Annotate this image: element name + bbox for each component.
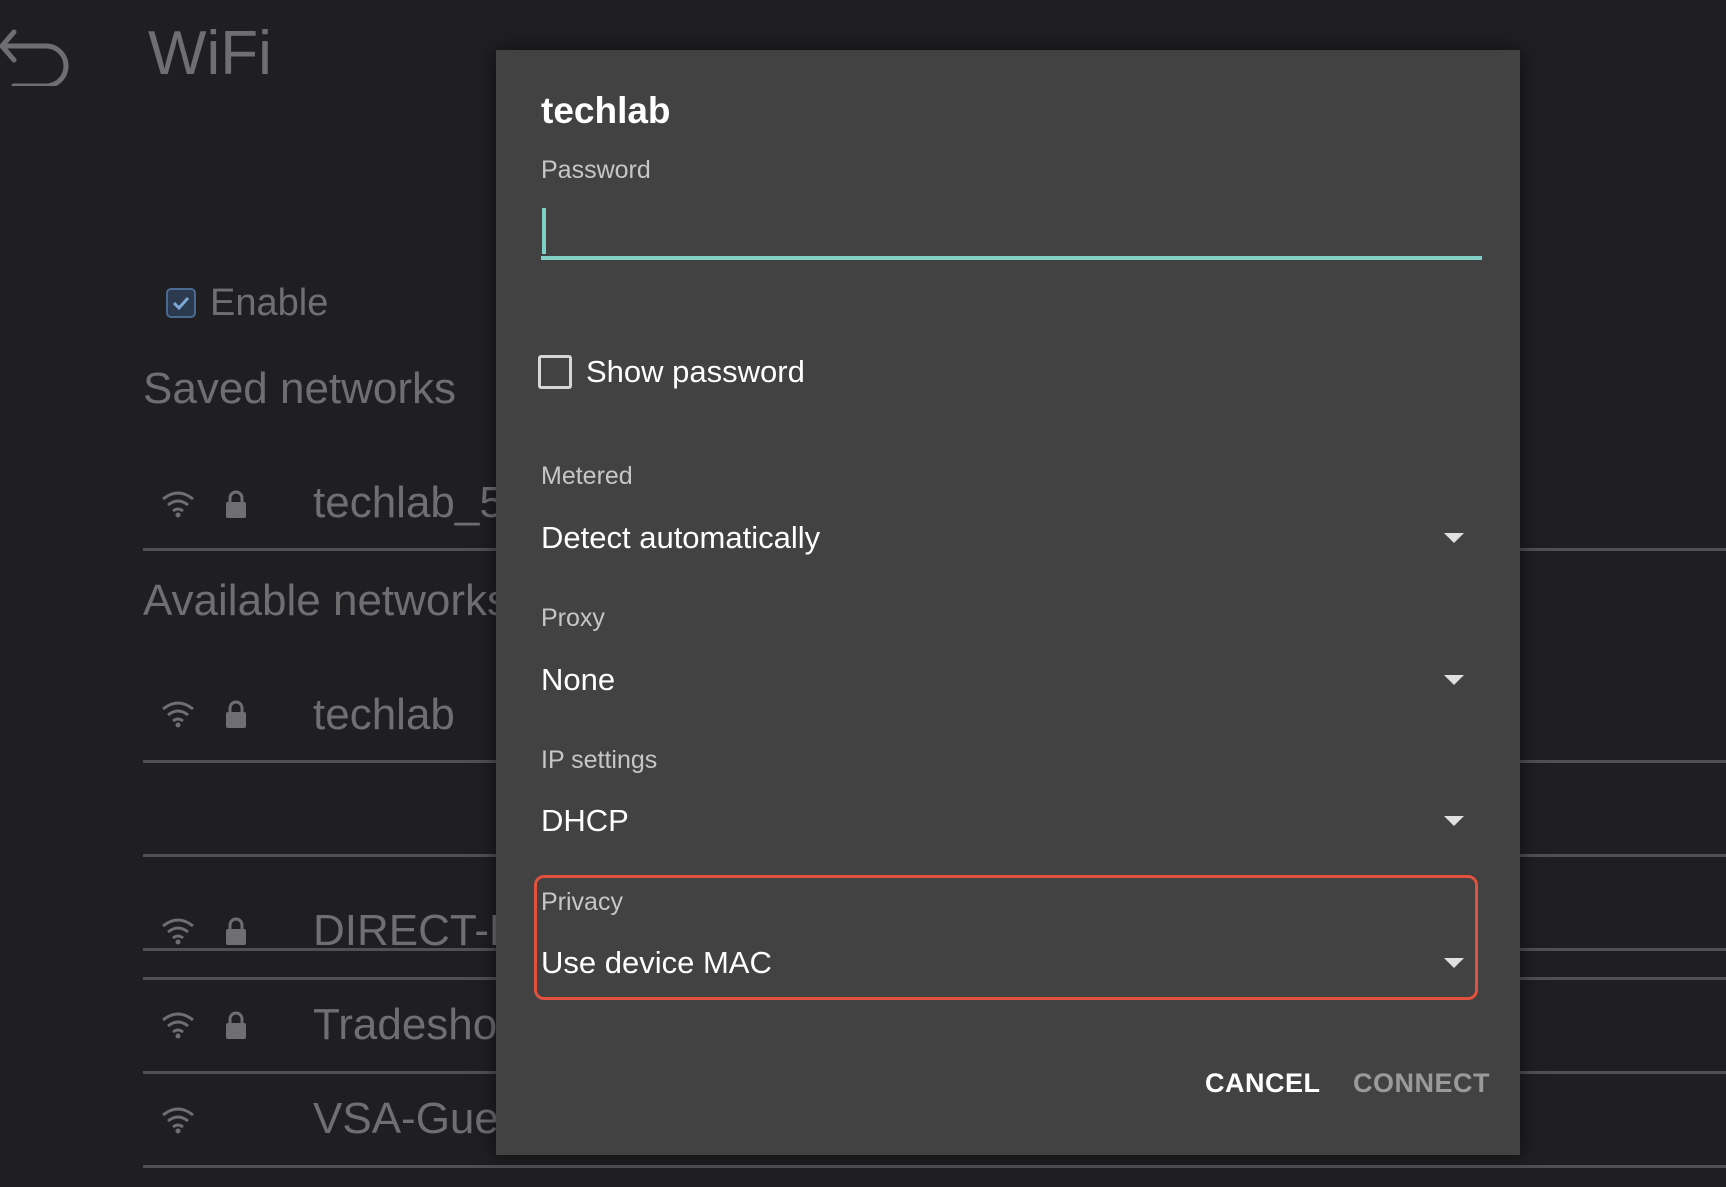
wifi-signal-icon: [162, 491, 194, 518]
ip-settings-label: IP settings: [541, 746, 658, 774]
lock-icon: [226, 490, 246, 518]
network-name: techlab_5: [313, 478, 504, 527]
network-name: VSA-Gues: [313, 1094, 521, 1143]
show-password-label: Show password: [586, 354, 805, 389]
proxy-value: None: [541, 662, 616, 697]
password-input[interactable]: [541, 200, 1482, 260]
dropdown-arrow-icon: [1444, 675, 1464, 685]
lock-icon: [226, 700, 246, 728]
available-networks-heading: Available networks: [143, 576, 510, 625]
wifi-signal-icon: [162, 918, 194, 945]
page-title: WiFi: [148, 19, 272, 88]
cancel-button[interactable]: CANCEL: [1205, 1068, 1321, 1099]
wifi-signal-icon: [162, 1012, 194, 1039]
dialog-title: techlab: [541, 90, 671, 131]
dropdown-arrow-icon: [1444, 533, 1464, 543]
enable-label: Enable: [210, 281, 329, 324]
metered-label: Metered: [541, 462, 633, 490]
check-icon: [172, 296, 190, 311]
saved-networks-heading: Saved networks: [143, 364, 457, 413]
proxy-select[interactable]: None: [541, 655, 1466, 705]
metered-value: Detect automatically: [541, 520, 821, 555]
dropdown-arrow-icon: [1444, 958, 1464, 968]
network-name: techlab: [313, 690, 455, 739]
wifi-signal-icon: [162, 1107, 194, 1134]
lock-icon: [226, 1011, 246, 1039]
connect-button[interactable]: CONNECT: [1353, 1068, 1490, 1099]
ip-settings-value: DHCP: [541, 803, 629, 838]
privacy-value: Use device MAC: [541, 945, 772, 980]
enable-toggle[interactable]: Enable: [166, 282, 328, 324]
dropdown-arrow-icon: [1444, 816, 1464, 826]
back-arrow-icon[interactable]: [0, 22, 74, 86]
wifi-signal-icon: [162, 701, 194, 728]
text-cursor: [542, 208, 546, 254]
privacy-select[interactable]: Use device MAC: [541, 938, 1466, 988]
proxy-label: Proxy: [541, 604, 605, 632]
metered-select[interactable]: Detect automatically: [541, 513, 1466, 563]
ip-settings-select[interactable]: DHCP: [541, 796, 1466, 846]
privacy-label: Privacy: [541, 888, 623, 916]
wifi-connect-dialog: techlab Password Show password Metered D…: [496, 50, 1520, 1155]
enable-checkbox[interactable]: [166, 288, 196, 318]
show-password-checkbox[interactable]: [538, 355, 572, 389]
show-password-toggle[interactable]: Show password: [538, 354, 805, 390]
password-label: Password: [541, 156, 651, 184]
lock-icon: [226, 917, 246, 945]
network-name: Tradesho: [313, 1000, 498, 1049]
